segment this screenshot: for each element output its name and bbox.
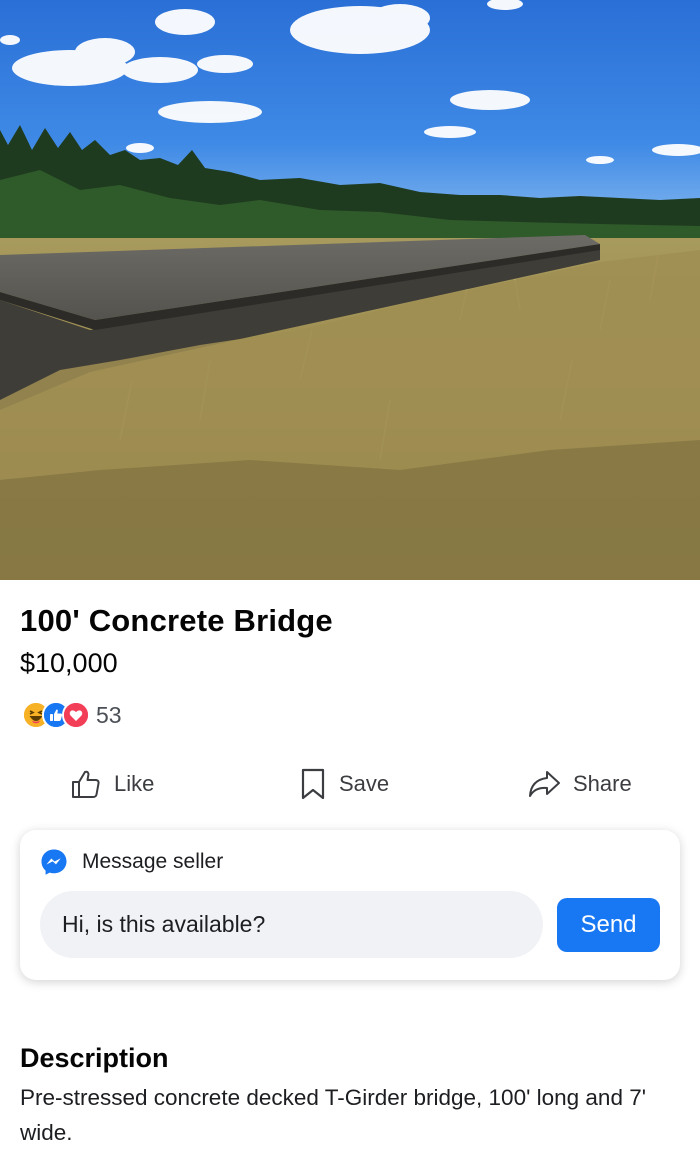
message-seller-header: Message seller (40, 848, 223, 876)
message-input[interactable] (40, 891, 543, 958)
message-seller-card: Message seller Send (20, 830, 680, 980)
reactions-summary[interactable]: 53 (22, 700, 122, 730)
thumbs-up-icon (72, 770, 100, 798)
message-seller-label: Message seller (82, 850, 224, 873)
share-label: Share (573, 771, 632, 796)
listing-photo[interactable] (0, 0, 700, 580)
bridge-photo-illustration (0, 0, 700, 580)
listing-info: 100' Concrete Bridge $10,000 (20, 600, 680, 680)
share-arrow-icon (529, 771, 560, 797)
save-label: Save (339, 771, 390, 796)
reaction-count: 53 (96, 701, 122, 728)
action-bar: Like Save Share (0, 760, 700, 808)
messenger-icon (40, 848, 68, 876)
share-button[interactable]: Share (527, 760, 632, 808)
listing-price: $10,000 (20, 648, 118, 678)
description-heading: Description (20, 1043, 169, 1073)
save-button[interactable]: Save (299, 760, 389, 808)
like-label: Like (114, 771, 155, 796)
bookmark-icon (301, 768, 325, 800)
love-reaction-icon (62, 701, 90, 729)
like-button[interactable]: Like (70, 760, 154, 808)
description-body: Pre-stressed concrete decked T-Girder br… (20, 1085, 647, 1145)
description-section: Description Pre-stressed concrete decked… (20, 1040, 680, 1150)
listing-title: 100' Concrete Bridge (20, 603, 333, 638)
send-button[interactable]: Send (557, 898, 660, 952)
